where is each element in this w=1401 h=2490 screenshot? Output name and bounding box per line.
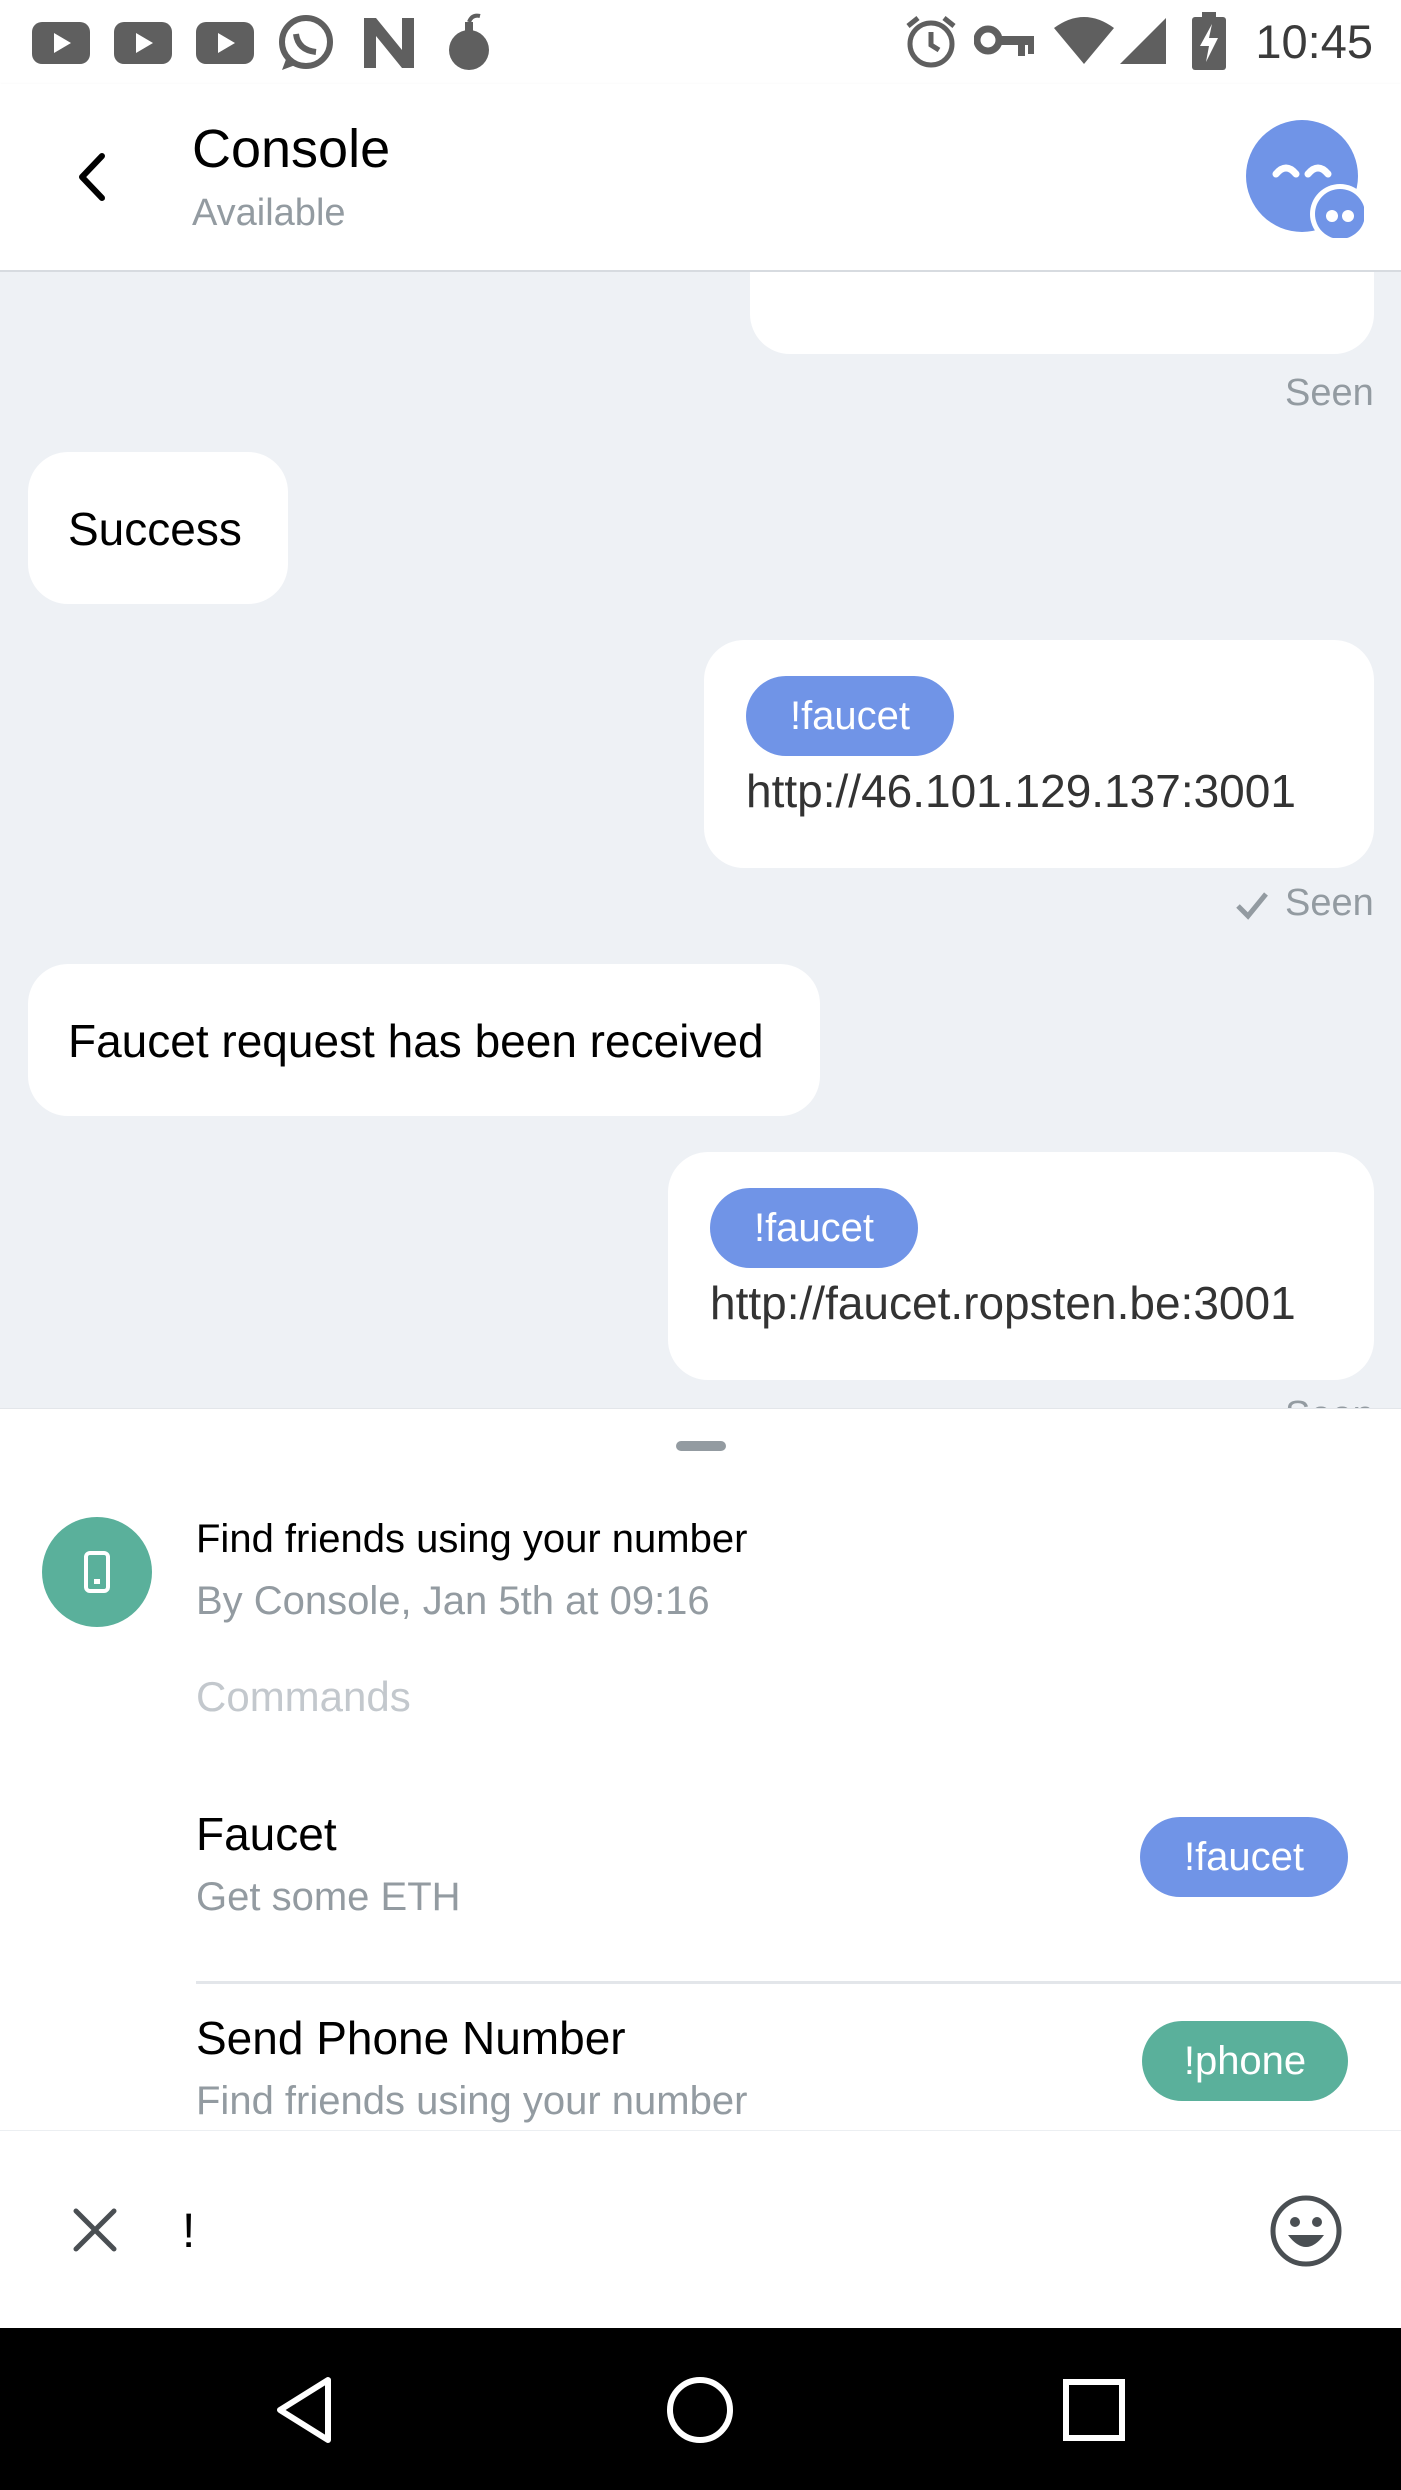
message-bubble-incoming: Success — [28, 452, 288, 604]
command-description: Get some ETH — [196, 1875, 461, 1919]
command-tag: !faucet — [746, 676, 954, 756]
chat-title: Console — [192, 119, 391, 179]
message-list[interactable]: 9588 Seen Success !faucet http://46.101.… — [0, 272, 1401, 1408]
message-bubble-outgoing: 9588 — [750, 272, 1374, 354]
key-icon — [974, 25, 1034, 56]
alarm-icon — [906, 16, 956, 68]
checkmark-icon — [1236, 892, 1268, 920]
chat-status: Available — [192, 192, 346, 234]
chat-toolbar: Console Available — [0, 84, 1401, 272]
divider — [196, 1981, 1401, 1984]
command-chip[interactable]: !faucet — [1140, 1817, 1348, 1897]
seen-status: Seen — [1285, 1394, 1374, 1408]
message-text: Faucet request has been received — [68, 1015, 764, 1067]
command-chip[interactable]: !phone — [1142, 2021, 1348, 2101]
suggestion-title: Find friends using your number — [196, 1517, 748, 1561]
phone-icon — [84, 1551, 110, 1593]
sheet-drag-handle[interactable] — [676, 1441, 726, 1451]
back-nav-icon[interactable] — [266, 2368, 350, 2452]
youtube-icon — [114, 22, 172, 64]
system-nav-bar — [0, 2328, 1401, 2490]
wifi-icon — [1054, 17, 1114, 64]
battery-charging-icon — [1192, 12, 1226, 70]
command-name: Faucet — [196, 1808, 337, 1860]
signal-icon — [1120, 18, 1166, 64]
commands-section-label: Commands — [196, 1673, 411, 1720]
status-bar: 10:45 — [0, 0, 1401, 84]
phone-circle — [42, 1517, 152, 1627]
message-bubble-outgoing: !faucet http://faucet.ropsten.be:3001 — [668, 1152, 1374, 1380]
youtube-icon — [196, 22, 254, 64]
message-bubble-outgoing: !faucet http://46.101.129.137:3001 — [704, 640, 1374, 868]
seen-status: Seen — [1285, 372, 1374, 414]
n-icon — [364, 18, 414, 68]
close-icon[interactable] — [60, 2195, 130, 2265]
command-name: Send Phone Number — [196, 2012, 626, 2064]
commands-sheet: Find friends using your number By Consol… — [0, 1408, 1401, 2130]
youtube-icon — [32, 22, 90, 64]
message-input-bar — [0, 2130, 1401, 2328]
message-bubble-incoming: Faucet request has been received — [28, 964, 820, 1116]
message-text: http://faucet.ropsten.be:3001 — [710, 1277, 1296, 1329]
recents-nav-icon[interactable] — [1052, 2368, 1136, 2452]
message-text: http://46.101.129.137:3001 — [746, 765, 1296, 817]
home-nav-icon[interactable] — [658, 2368, 742, 2452]
message-text: Success — [68, 503, 242, 555]
whatsapp-icon — [279, 15, 333, 70]
status-time: 10:45 — [1255, 15, 1373, 68]
command-tag: !faucet — [710, 1188, 918, 1268]
bomb-icon — [449, 13, 489, 70]
suggestion-subtitle: By Console, Jan 5th at 09:16 — [196, 1579, 710, 1623]
command-description: Find friends using your number — [196, 2079, 748, 2123]
emoji-icon[interactable] — [1268, 2193, 1344, 2269]
avatar[interactable] — [1246, 120, 1364, 238]
seen-status: Seen — [1285, 882, 1374, 924]
back-button[interactable] — [60, 142, 130, 212]
message-input[interactable] — [182, 2191, 1182, 2271]
